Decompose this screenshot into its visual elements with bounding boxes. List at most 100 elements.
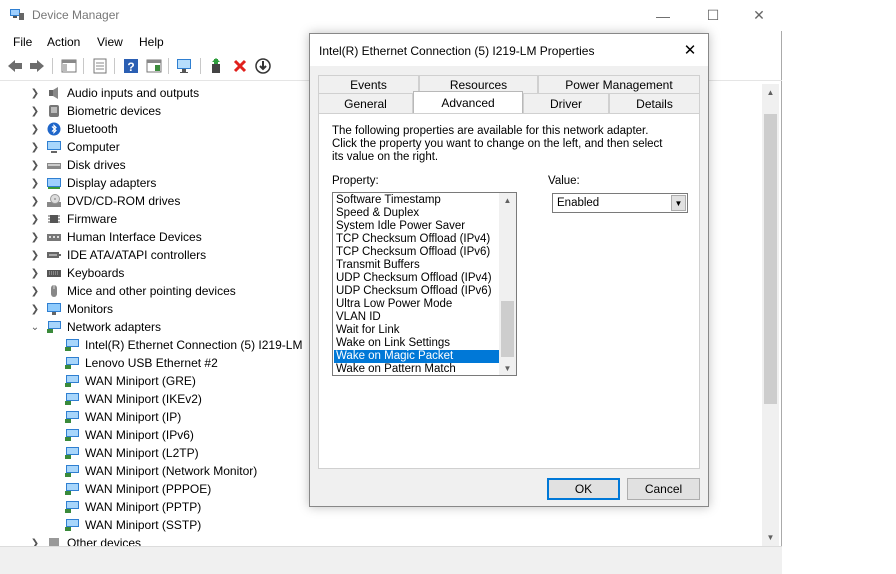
scrollbar-thumb[interactable]	[501, 301, 514, 357]
help-icon[interactable]: ?	[122, 57, 140, 75]
dialog-close-button[interactable]: ✕	[680, 40, 700, 60]
firmware-icon	[46, 212, 62, 226]
scroll-down-icon[interactable]: ▼	[499, 361, 516, 375]
speaker-icon	[46, 86, 62, 100]
list-item[interactable]: Speed & Duplex	[334, 207, 499, 220]
chevron-right-icon[interactable]: ❯	[30, 120, 40, 138]
list-item[interactable]: TCP Checksum Offload (IPv6)	[334, 246, 499, 259]
tab-power-management[interactable]: Power Management	[538, 75, 700, 93]
action-view-icon[interactable]	[145, 57, 163, 75]
properties-dialog: Intel(R) Ethernet Connection (5) I219-LM…	[309, 33, 709, 507]
chevron-right-icon[interactable]: ❯	[30, 534, 40, 547]
scroll-down-icon[interactable]: ▼	[762, 529, 779, 546]
update-driver-icon[interactable]	[208, 57, 226, 75]
chevron-down-icon[interactable]: ▼	[671, 195, 686, 211]
list-item[interactable]: Wake on Link Settings	[334, 337, 499, 350]
value-dropdown[interactable]: Enabled ▼	[552, 193, 688, 213]
tab-details[interactable]: Details	[609, 93, 700, 113]
tree-device-item[interactable]: WAN Miniport (IPv6)	[64, 426, 194, 444]
menu-help[interactable]: Help	[139, 35, 164, 49]
window-title: Device Manager	[32, 8, 120, 22]
tree-device-item[interactable]: WAN Miniport (Network Monitor)	[64, 462, 257, 480]
mouse-icon	[46, 284, 62, 298]
tab-driver[interactable]: Driver	[523, 93, 609, 113]
scrollbar-thumb[interactable]	[764, 114, 777, 404]
chevron-right-icon[interactable]: ❯	[30, 282, 40, 300]
chevron-right-icon[interactable]: ❯	[30, 228, 40, 246]
list-item[interactable]: UDP Checksum Offload (IPv4)	[334, 272, 499, 285]
tree-label: Monitors	[67, 302, 114, 316]
toolbar-separator	[83, 58, 84, 74]
network-adapter-icon	[64, 392, 80, 406]
list-item[interactable]: Wait for Link	[334, 324, 499, 337]
tree-device-item[interactable]: WAN Miniport (IP)	[64, 408, 181, 426]
tree-device-item[interactable]: WAN Miniport (L2TP)	[64, 444, 199, 462]
tree-label: Human Interface Devices	[67, 230, 202, 244]
list-item[interactable]: Transmit Buffers	[334, 259, 499, 272]
tree-label: Display adapters	[67, 176, 157, 190]
chevron-right-icon[interactable]: ❯	[30, 264, 40, 282]
svg-text:?: ?	[127, 60, 134, 74]
tree-label: Other devices	[67, 536, 142, 546]
network-adapter-icon	[64, 356, 80, 370]
chevron-right-icon[interactable]: ❯	[30, 210, 40, 228]
network-adapter-icon	[64, 338, 80, 352]
forward-icon[interactable]	[28, 57, 46, 75]
list-item-selected[interactable]: Wake on Magic Packet	[334, 350, 499, 363]
tree-label: Disk drives	[67, 158, 126, 172]
close-button[interactable]: ✕	[736, 0, 782, 31]
menu-file[interactable]: File	[13, 35, 32, 49]
scan-hardware-icon[interactable]	[176, 57, 194, 75]
tree-device-item[interactable]: WAN Miniport (IKEv2)	[64, 390, 202, 408]
tree-label: WAN Miniport (IP)	[85, 410, 182, 424]
property-listbox[interactable]: Software Timestamp Speed & Duplex System…	[332, 192, 517, 376]
disable-device-icon[interactable]	[254, 57, 272, 75]
scroll-up-icon[interactable]: ▲	[762, 84, 779, 101]
network-adapter-icon	[64, 482, 80, 496]
tree-label: Network adapters	[67, 320, 162, 334]
network-adapter-icon	[64, 428, 80, 442]
tree-device-item[interactable]: WAN Miniport (SSTP)	[64, 516, 201, 534]
tree-device-item[interactable]: WAN Miniport (PPPOE)	[64, 480, 211, 498]
property-list-scrollbar[interactable]: ▲ ▼	[499, 193, 516, 375]
back-icon[interactable]	[6, 57, 24, 75]
maximize-button[interactable]: ☐	[690, 0, 736, 31]
tab-advanced[interactable]: Advanced	[413, 91, 523, 113]
tree-label: WAN Miniport (PPTP)	[85, 500, 202, 514]
chevron-right-icon[interactable]: ❯	[30, 84, 40, 102]
uninstall-device-icon[interactable]	[231, 57, 249, 75]
cancel-button[interactable]: Cancel	[627, 478, 700, 500]
chevron-right-icon[interactable]: ❯	[30, 174, 40, 192]
menu-action[interactable]: Action	[47, 35, 80, 49]
chevron-right-icon[interactable]: ❯	[30, 192, 40, 210]
chevron-right-icon[interactable]: ❯	[30, 300, 40, 318]
chevron-down-icon[interactable]: ⌄	[30, 318, 40, 336]
properties-icon[interactable]	[91, 57, 109, 75]
list-item[interactable]: UDP Checksum Offload (IPv6)	[334, 285, 499, 298]
tab-general[interactable]: General	[318, 93, 413, 113]
chevron-right-icon[interactable]: ❯	[30, 156, 40, 174]
tree-device-item[interactable]: Intel(R) Ethernet Connection (5) I219-LM	[64, 336, 302, 354]
list-item[interactable]: Wake on Pattern Match	[334, 363, 499, 375]
tree-label: Computer	[67, 140, 120, 154]
tree-device-item[interactable]: WAN Miniport (GRE)	[64, 372, 196, 390]
ok-button[interactable]: OK	[547, 478, 620, 500]
chevron-right-icon[interactable]: ❯	[30, 138, 40, 156]
list-item[interactable]: TCP Checksum Offload (IPv4)	[334, 233, 499, 246]
list-item[interactable]: Software Timestamp	[334, 194, 499, 207]
tab-events[interactable]: Events	[318, 75, 419, 93]
list-item[interactable]: System Idle Power Saver	[334, 220, 499, 233]
list-item[interactable]: Ultra Low Power Mode	[334, 298, 499, 311]
menu-view[interactable]: View	[97, 35, 123, 49]
tree-device-item[interactable]: Lenovo USB Ethernet #2	[64, 354, 218, 372]
chevron-right-icon[interactable]: ❯	[30, 102, 40, 120]
tree-vertical-scrollbar[interactable]: ▲ ▼	[762, 84, 779, 546]
network-adapter-icon	[64, 500, 80, 514]
show-hide-console-tree-icon[interactable]	[60, 57, 78, 75]
tree-device-item[interactable]: WAN Miniport (PPTP)	[64, 498, 201, 516]
title-bar: Device Manager — ☐ ✕	[0, 0, 782, 31]
list-item[interactable]: VLAN ID	[334, 311, 499, 324]
scroll-up-icon[interactable]: ▲	[499, 193, 516, 207]
minimize-button[interactable]: —	[640, 0, 686, 31]
chevron-right-icon[interactable]: ❯	[30, 246, 40, 264]
